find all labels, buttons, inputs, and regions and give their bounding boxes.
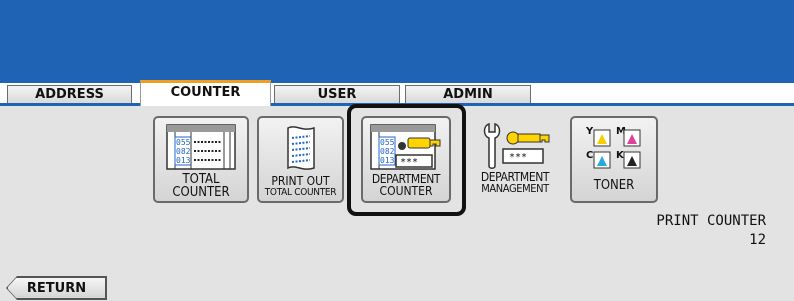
toner-letter: Y — [585, 126, 594, 137]
button-label: COUNTER — [172, 185, 230, 200]
header-banner — [0, 0, 794, 83]
wrench-key-icon: *** — [483, 122, 550, 169]
toner-cmyk-icon: Y M C K — [585, 126, 641, 169]
icon-mask: *** — [509, 152, 527, 163]
button-label: TONER — [593, 178, 635, 193]
tab-user[interactable]: USER — [274, 85, 400, 103]
icon-number: 055 — [176, 138, 191, 147]
print-counter-value: 12 — [749, 232, 766, 248]
print-counter-title: PRINT COUNTER — [656, 213, 766, 229]
printout-sheet-icon — [286, 126, 315, 170]
toner-button[interactable]: Y M C K TONER — [570, 116, 658, 203]
print-out-total-counter-button[interactable]: PRINT OUT TOTAL COUNTER — [257, 116, 344, 203]
total-counter-button[interactable]: 055 082 013 TOTAL COUNTER — [153, 116, 249, 203]
department-management-button[interactable]: *** DEPARTMENT MANAGEMENT — [470, 116, 560, 203]
tab-admin[interactable]: ADMIN — [405, 85, 531, 103]
tab-counter[interactable]: COUNTER — [140, 80, 271, 106]
button-label: PRINT OUT — [271, 174, 330, 188]
icon-number: 013 — [176, 156, 191, 165]
button-label: MANAGEMENT — [481, 182, 549, 195]
icon-number: 082 — [176, 147, 191, 156]
counter-table-icon: 055 082 013 — [166, 124, 236, 170]
button-label: TOTAL COUNTER — [264, 187, 337, 198]
toner-letter: C — [586, 150, 593, 161]
selection-highlight — [347, 104, 466, 216]
return-button[interactable]: RETURN — [7, 277, 106, 299]
tab-address[interactable]: ADDRESS — [7, 85, 132, 103]
